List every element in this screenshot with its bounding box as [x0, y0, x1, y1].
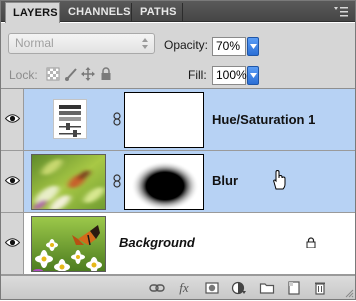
blend-mode-value: Normal [15, 36, 54, 50]
layer-name: Background [119, 235, 195, 250]
layer-row-background[interactable]: Background [1, 213, 355, 275]
chain-link-icon[interactable] [113, 174, 121, 188]
layer-row-hue-saturation[interactable]: Hue/Saturation 1 [1, 89, 355, 151]
fill-dropdown-button[interactable] [247, 66, 259, 85]
tab-layers[interactable]: LAYERS [5, 2, 60, 23]
layers-bottom-toolbar: fx [1, 275, 355, 299]
trash-icon[interactable] [312, 280, 328, 296]
eye-icon[interactable] [5, 175, 20, 186]
fx-icon[interactable]: fx [176, 280, 192, 296]
blend-mode-select[interactable]: Normal [8, 33, 155, 54]
visibility-cell [1, 89, 24, 150]
eye-icon[interactable] [5, 237, 20, 248]
resize-grip-icon[interactable] [344, 288, 354, 298]
hue-saturation-adjustment-icon [53, 99, 87, 139]
new-layer-icon[interactable] [286, 280, 302, 296]
link-layers-icon[interactable] [149, 280, 165, 296]
tab-paths[interactable]: PATHS [133, 3, 183, 22]
adjustment-layer-icon[interactable] [231, 280, 247, 296]
layer-lock-icon [306, 237, 316, 248]
lock-position-move-icon[interactable] [81, 67, 95, 81]
layer-name: Blur [212, 173, 238, 188]
lock-pixels-brush-icon[interactable] [64, 67, 78, 81]
opacity-input[interactable]: 70% [212, 37, 246, 56]
fill-input[interactable]: 100% [212, 66, 247, 85]
layers-panel: LAYERS CHANNELS PATHS Normal Opacity: 70… [0, 0, 356, 300]
opacity-dropdown-button[interactable] [247, 37, 259, 56]
tab-channels[interactable]: CHANNELS [61, 3, 132, 22]
select-arrows-icon [142, 38, 148, 49]
visibility-cell [1, 151, 24, 212]
panel-menu-icon[interactable] [334, 5, 348, 17]
new-group-icon[interactable] [259, 280, 275, 296]
panel-tab-bar: LAYERS CHANNELS PATHS [1, 1, 355, 23]
background-image-thumbnail[interactable] [31, 216, 106, 272]
chain-link-icon[interactable] [113, 112, 121, 126]
fill-label: Fill: [188, 68, 207, 82]
layer-mask-thumbnail[interactable] [124, 154, 204, 210]
opacity-label: Opacity: [164, 38, 209, 52]
lock-all-icon[interactable] [99, 67, 113, 81]
add-mask-icon[interactable] [204, 280, 220, 296]
layer-mask-thumbnail[interactable] [124, 92, 204, 148]
lock-label: Lock: [9, 68, 38, 82]
hand-cursor-icon [273, 169, 286, 190]
layer-name: Hue/Saturation 1 [212, 112, 316, 127]
lock-transparency-icon[interactable] [46, 67, 60, 81]
eye-icon[interactable] [5, 113, 20, 124]
blurred-image-thumbnail[interactable] [31, 154, 106, 210]
layer-controls: Normal Opacity: 70% Lock: Fill: 100% [1, 23, 355, 89]
visibility-cell [1, 213, 24, 274]
layer-row-blur[interactable]: Blur [1, 151, 355, 213]
